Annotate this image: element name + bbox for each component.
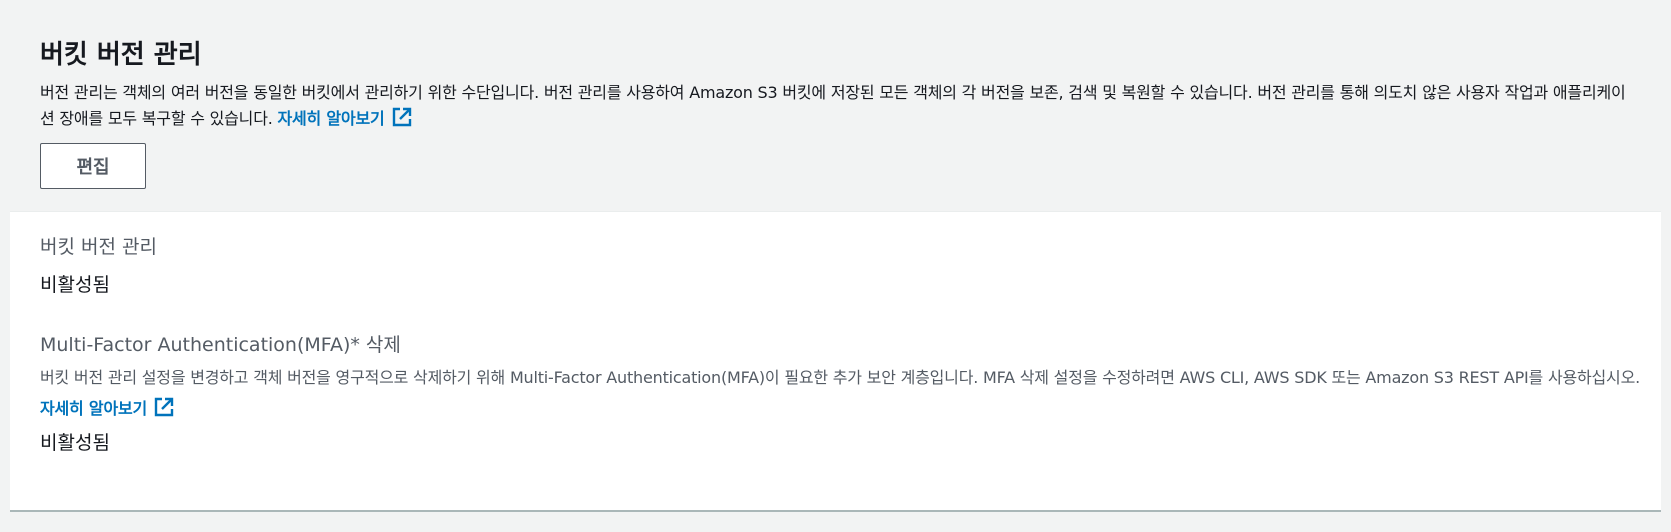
learn-more-link[interactable]: 자세히 알아보기 <box>277 107 413 128</box>
mfa-learn-more-link[interactable]: 자세히 알아보기 <box>40 397 175 418</box>
page-title: 버킷 버전 관리 <box>40 40 202 70</box>
versioning-panel: 버킷 버전 관리 버전 관리는 객체의 여러 버전을 동일한 버킷에서 관리하기… <box>10 20 1661 512</box>
mfa-delete-label: Multi-Factor Authentication(MFA)* 삭제 <box>40 334 401 356</box>
mfa-delete-status: 비활성됨 <box>40 432 110 454</box>
external-link-icon <box>154 397 174 417</box>
versioning-description: 버전 관리는 객체의 여러 버전을 동일한 버킷에서 관리하기 위한 수단입니다… <box>40 80 1631 132</box>
learn-more-label: 자세히 알아보기 <box>277 109 385 128</box>
versioning-label: 버킷 버전 관리 <box>40 236 157 258</box>
mfa-delete-description: 버킷 버전 관리 설정을 변경하고 객체 버전을 영구적으로 삭제하기 위해 M… <box>40 362 1640 424</box>
mfa-delete-description-text: 버킷 버전 관리 설정을 변경하고 객체 버전을 영구적으로 삭제하기 위해 M… <box>40 368 1640 387</box>
edit-button[interactable]: 편집 <box>40 143 146 189</box>
mfa-learn-more-label: 자세히 알아보기 <box>40 399 148 418</box>
versioning-status: 비활성됨 <box>40 274 110 296</box>
external-link-icon <box>392 107 411 127</box>
panel-header: 버킷 버전 관리 버전 관리는 객체의 여러 버전을 동일한 버킷에서 관리하기… <box>10 20 1661 212</box>
